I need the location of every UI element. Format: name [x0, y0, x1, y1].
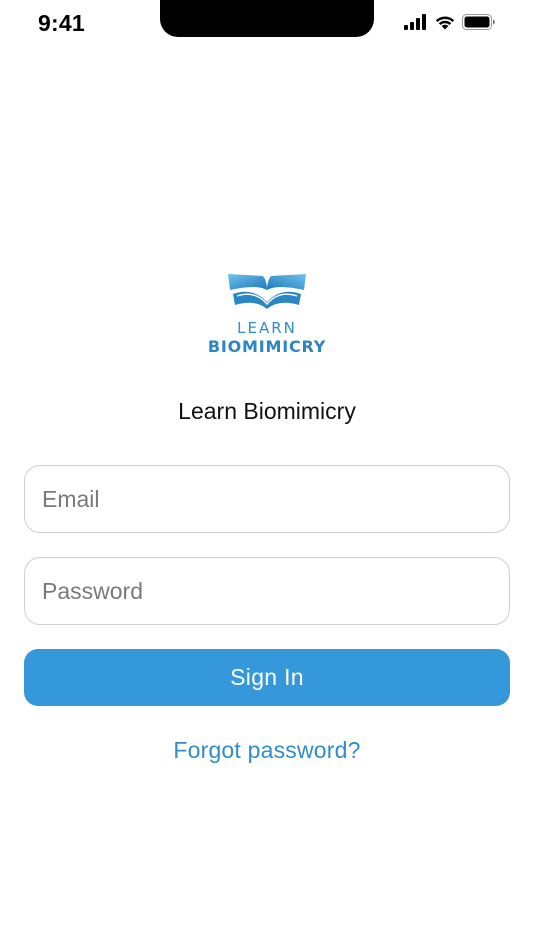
- email-field-container: [24, 465, 510, 533]
- page-title: Learn Biomimicry: [178, 398, 356, 424]
- status-icons: [404, 14, 496, 30]
- battery-icon: [462, 14, 495, 30]
- sign-in-button[interactable]: Sign In: [24, 649, 510, 706]
- password-field[interactable]: [25, 558, 509, 624]
- app-logo: LEARN BIOMIMICRY: [205, 270, 329, 360]
- forgot-password-link[interactable]: Forgot password?: [0, 737, 534, 764]
- cellular-signal-icon: [404, 14, 426, 30]
- status-bar: 9:41: [0, 0, 534, 50]
- device-notch: [160, 0, 374, 37]
- open-book-wings-icon: [228, 274, 306, 309]
- logo-text-biomimicry: BIOMIMICRY: [207, 337, 327, 356]
- wifi-icon: [435, 16, 455, 30]
- logo-text-learn: LEARN: [237, 319, 297, 337]
- password-field-container: [24, 557, 510, 625]
- email-field[interactable]: [25, 466, 509, 532]
- status-time: 9:41: [38, 10, 85, 36]
